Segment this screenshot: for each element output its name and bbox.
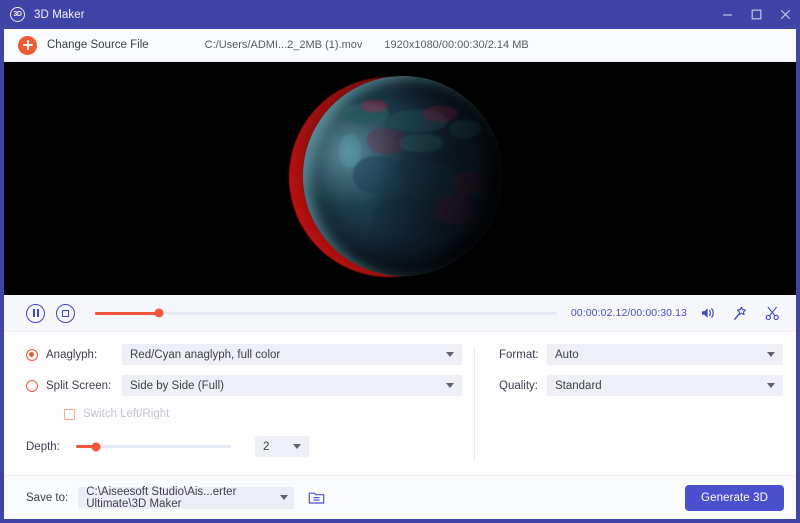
depth-slider[interactable] [76, 442, 231, 451]
quality-row: Quality: Standard [499, 375, 796, 396]
switch-lr-row: Switch Left/Right [64, 406, 474, 422]
chevron-down-icon [446, 383, 454, 388]
depth-slider-thumb[interactable] [91, 442, 101, 451]
video-preview[interactable] [4, 62, 796, 295]
pause-icon[interactable] [26, 303, 45, 323]
app-logo-icon: 3D [10, 7, 25, 22]
anaglyph-globe [289, 75, 503, 282]
close-icon[interactable] [771, 0, 800, 29]
globe-shadow [303, 75, 503, 276]
anaglyph-select-value: Red/Cyan anaglyph, full color [130, 348, 281, 361]
change-source-file-button[interactable]: Change Source File [47, 39, 149, 51]
save-to-path: C:\Aiseesoft Studio\Ais...erter Ultimate… [86, 485, 237, 510]
player-controls-bar: 00:00:02.12/00:00:30.13 [4, 295, 796, 331]
playback-progress-fill [95, 311, 159, 315]
quality-label: Quality: [499, 379, 538, 392]
magic-wand-icon[interactable] [733, 306, 748, 321]
anaglyph-row: Anaglyph: Red/Cyan anaglyph, full color [26, 344, 474, 365]
split-screen-row: Split Screen: Side by Side (Full) [26, 375, 474, 396]
window-controls [713, 0, 800, 29]
maximize-icon[interactable] [742, 0, 771, 29]
generate-3d-button[interactable]: Generate 3D [685, 484, 784, 511]
stop-icon[interactable] [56, 303, 75, 323]
format-row: Format: Auto [499, 344, 796, 365]
depth-value: 2 [263, 440, 270, 453]
quality-select-value: Standard [555, 379, 602, 392]
options-left-column: Anaglyph: Red/Cyan anaglyph, full color … [4, 344, 474, 475]
source-file-path: C:/Users/ADMI...2_2MB (1).mov [204, 39, 363, 51]
anaglyph-select[interactable]: Red/Cyan anaglyph, full color [122, 344, 462, 365]
window-title: 3D Maker [34, 8, 85, 21]
format-label: Format: [499, 348, 539, 361]
split-screen-select[interactable]: Side by Side (Full) [122, 375, 462, 396]
switch-left-right-checkbox[interactable] [64, 408, 75, 420]
chevron-down-icon [446, 352, 454, 357]
app-content: Change Source File C:/Users/ADMI...2_2MB… [4, 29, 796, 519]
bottom-bar: Save to: C:\Aiseesoft Studio\Ais...erter… [4, 475, 796, 519]
minimize-icon[interactable] [713, 0, 742, 29]
chevron-down-icon [767, 352, 775, 357]
split-screen-select-value: Side by Side (Full) [130, 379, 224, 392]
depth-label: Depth: [26, 440, 60, 453]
split-screen-radio[interactable] [26, 379, 38, 392]
options-panel: Anaglyph: Red/Cyan anaglyph, full color … [4, 331, 796, 475]
depth-value-select[interactable]: 2 [255, 436, 309, 457]
depth-row: Depth: 2 [26, 436, 474, 457]
format-select-value: Auto [555, 348, 579, 361]
save-to-label: Save to: [26, 491, 69, 504]
title-bar: 3D 3D Maker [0, 0, 800, 29]
chevron-down-icon [280, 495, 289, 500]
playback-progress-thumb[interactable] [154, 308, 164, 318]
plus-circle-icon[interactable] [18, 35, 37, 55]
chevron-down-icon [293, 444, 301, 449]
source-file-meta: 1920x1080/00:00:30/2.14 MB [384, 39, 529, 51]
playback-progress-slider[interactable] [95, 308, 557, 318]
switch-left-right-label: Switch Left/Right [83, 408, 170, 420]
scissors-icon[interactable] [765, 306, 780, 321]
playback-time: 00:00:02.12/00:00:30.13 [570, 307, 687, 319]
format-select[interactable]: Auto [547, 344, 783, 365]
source-file-bar: Change Source File C:/Users/ADMI...2_2MB… [4, 29, 796, 62]
folder-open-icon[interactable] [308, 490, 325, 505]
split-screen-label: Split Screen: [46, 379, 112, 392]
chevron-down-icon [767, 383, 775, 388]
anaglyph-radio[interactable] [26, 348, 38, 361]
volume-icon[interactable] [700, 306, 716, 320]
options-right-column: Format: Auto Quality: Standard [475, 344, 796, 475]
anaglyph-label: Anaglyph: [46, 348, 98, 361]
quality-select[interactable]: Standard [547, 375, 783, 396]
save-to-select[interactable]: C:\Aiseesoft Studio\Ais...erter Ultimate… [78, 485, 295, 510]
app-window: 3D 3D Maker Change Source File C:/Users/… [0, 0, 800, 523]
